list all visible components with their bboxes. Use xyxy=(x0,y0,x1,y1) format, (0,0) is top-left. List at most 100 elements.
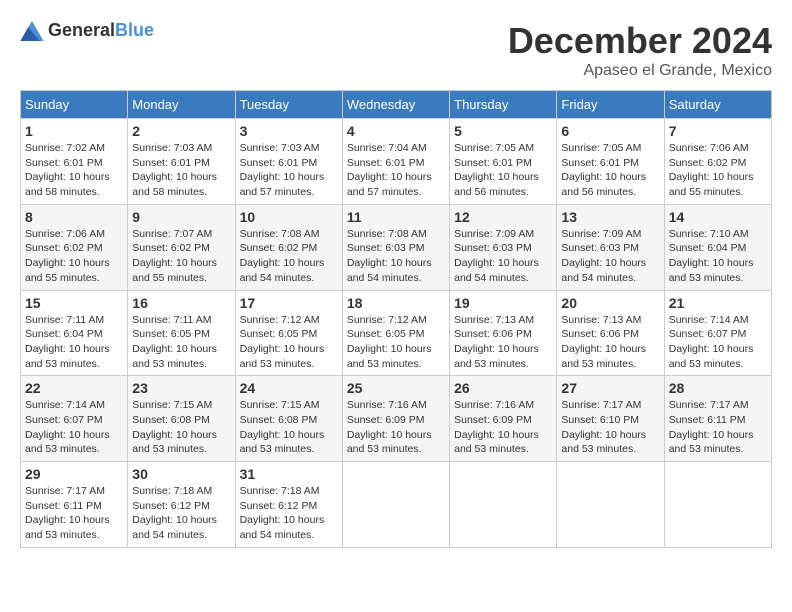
calendar-cell: 22Sunrise: 7:14 AM Sunset: 6:07 PM Dayli… xyxy=(21,376,128,462)
day-number: 5 xyxy=(454,123,552,139)
day-info: Sunrise: 7:13 AM Sunset: 6:06 PM Dayligh… xyxy=(454,313,552,372)
day-number: 17 xyxy=(240,295,338,311)
calendar-week-5: 29Sunrise: 7:17 AM Sunset: 6:11 PM Dayli… xyxy=(21,462,772,548)
day-info: Sunrise: 7:14 AM Sunset: 6:07 PM Dayligh… xyxy=(669,313,767,372)
day-info: Sunrise: 7:16 AM Sunset: 6:09 PM Dayligh… xyxy=(347,398,445,457)
day-number: 24 xyxy=(240,380,338,396)
day-info: Sunrise: 7:12 AM Sunset: 6:05 PM Dayligh… xyxy=(347,313,445,372)
weekday-header-friday: Friday xyxy=(557,91,664,119)
day-info: Sunrise: 7:17 AM Sunset: 6:10 PM Dayligh… xyxy=(561,398,659,457)
calendar-week-4: 22Sunrise: 7:14 AM Sunset: 6:07 PM Dayli… xyxy=(21,376,772,462)
weekday-header-sunday: Sunday xyxy=(21,91,128,119)
day-info: Sunrise: 7:10 AM Sunset: 6:04 PM Dayligh… xyxy=(669,227,767,286)
day-info: Sunrise: 7:11 AM Sunset: 6:05 PM Dayligh… xyxy=(132,313,230,372)
calendar-cell: 7 Sunrise: 7:06 AM Sunset: 6:02 PM Daylig… xyxy=(664,119,771,205)
day-number: 15 xyxy=(25,295,123,311)
title-area: December 2024 Apaseo el Grande, Mexico xyxy=(508,20,772,80)
day-info: Sunrise: 7:08 AM Sunset: 6:02 PM Dayligh… xyxy=(240,227,338,286)
calendar-cell: 20 Sunrise: 7:13 AM Sunset: 6:06 PM Dayli… xyxy=(557,290,664,376)
calendar-cell: 8 Sunrise: 7:06 AM Sunset: 6:02 PM Daylig… xyxy=(21,204,128,290)
day-number: 9 xyxy=(132,209,230,225)
day-number: 29 xyxy=(25,466,123,482)
day-info: Sunrise: 7:02 AM Sunset: 6:01 PM Dayligh… xyxy=(25,141,123,200)
calendar-cell: 17 Sunrise: 7:12 AM Sunset: 6:05 PM Dayli… xyxy=(235,290,342,376)
day-number: 8 xyxy=(25,209,123,225)
calendar-cell: 28 Sunrise: 7:17 AM Sunset: 6:11 PM Dayli… xyxy=(664,376,771,462)
calendar-cell: 26 Sunrise: 7:16 AM Sunset: 6:09 PM Dayli… xyxy=(450,376,557,462)
calendar-cell: 29Sunrise: 7:17 AM Sunset: 6:11 PM Dayli… xyxy=(21,462,128,548)
day-number: 18 xyxy=(347,295,445,311)
day-number: 11 xyxy=(347,209,445,225)
logo-blue: Blue xyxy=(115,20,154,40)
day-info: Sunrise: 7:17 AM Sunset: 6:11 PM Dayligh… xyxy=(669,398,767,457)
day-info: Sunrise: 7:06 AM Sunset: 6:02 PM Dayligh… xyxy=(25,227,123,286)
calendar-cell: 12 Sunrise: 7:09 AM Sunset: 6:03 PM Dayli… xyxy=(450,204,557,290)
day-number: 31 xyxy=(240,466,338,482)
day-number: 7 xyxy=(669,123,767,139)
day-info: Sunrise: 7:07 AM Sunset: 6:02 PM Dayligh… xyxy=(132,227,230,286)
day-number: 1 xyxy=(25,123,123,139)
day-number: 28 xyxy=(669,380,767,396)
calendar-cell: 4 Sunrise: 7:04 AM Sunset: 6:01 PM Daylig… xyxy=(342,119,449,205)
logo: GeneralBlue xyxy=(20,20,154,41)
calendar-cell: 24 Sunrise: 7:15 AM Sunset: 6:08 PM Dayli… xyxy=(235,376,342,462)
day-info: Sunrise: 7:15 AM Sunset: 6:08 PM Dayligh… xyxy=(132,398,230,457)
calendar-cell: 1 Sunrise: 7:02 AM Sunset: 6:01 PM Daylig… xyxy=(21,119,128,205)
weekday-header-saturday: Saturday xyxy=(664,91,771,119)
day-info: Sunrise: 7:03 AM Sunset: 6:01 PM Dayligh… xyxy=(240,141,338,200)
day-info: Sunrise: 7:11 AM Sunset: 6:04 PM Dayligh… xyxy=(25,313,123,372)
day-number: 6 xyxy=(561,123,659,139)
calendar-week-1: 1 Sunrise: 7:02 AM Sunset: 6:01 PM Daylig… xyxy=(21,119,772,205)
day-number: 26 xyxy=(454,380,552,396)
header: GeneralBlue December 2024 Apaseo el Gran… xyxy=(20,20,772,80)
day-info: Sunrise: 7:03 AM Sunset: 6:01 PM Dayligh… xyxy=(132,141,230,200)
calendar: SundayMondayTuesdayWednesdayThursdayFrid… xyxy=(20,90,772,548)
day-number: 25 xyxy=(347,380,445,396)
calendar-week-3: 15 Sunrise: 7:11 AM Sunset: 6:04 PM Dayli… xyxy=(21,290,772,376)
weekday-header-row: SundayMondayTuesdayWednesdayThursdayFrid… xyxy=(21,91,772,119)
calendar-cell: 31 Sunrise: 7:18 AM Sunset: 6:12 PM Dayli… xyxy=(235,462,342,548)
calendar-cell xyxy=(342,462,449,548)
day-number: 12 xyxy=(454,209,552,225)
day-number: 16 xyxy=(132,295,230,311)
calendar-cell: 9 Sunrise: 7:07 AM Sunset: 6:02 PM Daylig… xyxy=(128,204,235,290)
weekday-header-monday: Monday xyxy=(128,91,235,119)
calendar-cell: 25 Sunrise: 7:16 AM Sunset: 6:09 PM Dayli… xyxy=(342,376,449,462)
day-number: 13 xyxy=(561,209,659,225)
calendar-cell xyxy=(450,462,557,548)
day-info: Sunrise: 7:08 AM Sunset: 6:03 PM Dayligh… xyxy=(347,227,445,286)
month-title: December 2024 xyxy=(508,20,772,62)
day-number: 21 xyxy=(669,295,767,311)
calendar-cell: 16 Sunrise: 7:11 AM Sunset: 6:05 PM Dayli… xyxy=(128,290,235,376)
day-number: 4 xyxy=(347,123,445,139)
calendar-cell xyxy=(557,462,664,548)
day-number: 10 xyxy=(240,209,338,225)
calendar-cell: 27 Sunrise: 7:17 AM Sunset: 6:10 PM Dayli… xyxy=(557,376,664,462)
day-number: 20 xyxy=(561,295,659,311)
calendar-cell: 3Sunrise: 7:03 AM Sunset: 6:01 PM Daylig… xyxy=(235,119,342,205)
day-info: Sunrise: 7:16 AM Sunset: 6:09 PM Dayligh… xyxy=(454,398,552,457)
day-info: Sunrise: 7:15 AM Sunset: 6:08 PM Dayligh… xyxy=(240,398,338,457)
day-info: Sunrise: 7:04 AM Sunset: 6:01 PM Dayligh… xyxy=(347,141,445,200)
calendar-cell: 11 Sunrise: 7:08 AM Sunset: 6:03 PM Dayli… xyxy=(342,204,449,290)
calendar-cell: 6Sunrise: 7:05 AM Sunset: 6:01 PM Daylig… xyxy=(557,119,664,205)
calendar-cell: 14 Sunrise: 7:10 AM Sunset: 6:04 PM Dayli… xyxy=(664,204,771,290)
day-info: Sunrise: 7:09 AM Sunset: 6:03 PM Dayligh… xyxy=(454,227,552,286)
weekday-header-thursday: Thursday xyxy=(450,91,557,119)
day-info: Sunrise: 7:14 AM Sunset: 6:07 PM Dayligh… xyxy=(25,398,123,457)
day-number: 27 xyxy=(561,380,659,396)
calendar-cell: 30Sunrise: 7:18 AM Sunset: 6:12 PM Dayli… xyxy=(128,462,235,548)
day-info: Sunrise: 7:09 AM Sunset: 6:03 PM Dayligh… xyxy=(561,227,659,286)
day-number: 2 xyxy=(132,123,230,139)
logo-icon xyxy=(20,21,44,41)
calendar-cell: 13 Sunrise: 7:09 AM Sunset: 6:03 PM Dayli… xyxy=(557,204,664,290)
day-info: Sunrise: 7:18 AM Sunset: 6:12 PM Dayligh… xyxy=(240,484,338,543)
calendar-cell xyxy=(664,462,771,548)
day-number: 19 xyxy=(454,295,552,311)
day-info: Sunrise: 7:06 AM Sunset: 6:02 PM Dayligh… xyxy=(669,141,767,200)
calendar-cell: 10 Sunrise: 7:08 AM Sunset: 6:02 PM Dayli… xyxy=(235,204,342,290)
day-info: Sunrise: 7:12 AM Sunset: 6:05 PM Dayligh… xyxy=(240,313,338,372)
day-info: Sunrise: 7:13 AM Sunset: 6:06 PM Dayligh… xyxy=(561,313,659,372)
weekday-header-wednesday: Wednesday xyxy=(342,91,449,119)
day-number: 14 xyxy=(669,209,767,225)
